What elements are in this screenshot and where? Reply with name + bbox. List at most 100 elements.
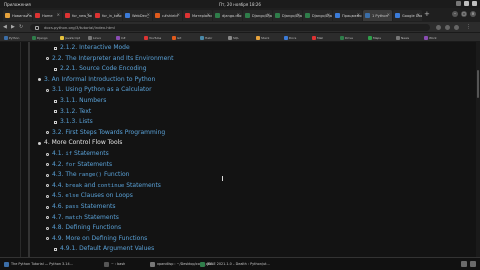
- bookmark-item[interactable]: Stack: [256, 35, 269, 40]
- close-icon[interactable]: ×: [470, 11, 476, 17]
- bookmark-item[interactable]: SQL: [228, 35, 239, 40]
- minimize-icon[interactable]: –: [452, 11, 458, 17]
- forward-icon[interactable]: ▶: [11, 24, 15, 30]
- browser-tab[interactable]: Матеріали ×: [183, 10, 212, 21]
- toc-link[interactable]: 3.1.2. Text: [54, 107, 91, 115]
- browser-tab[interactable]: 1 Python ×: [363, 10, 392, 21]
- power-icon[interactable]: [472, 1, 477, 6]
- bookmark-item[interactable]: Mail: [312, 35, 323, 40]
- app-icon: [150, 261, 155, 267]
- toc-link[interactable]: 3. An Informal Introduction to Python: [38, 76, 155, 83]
- browser-tab[interactable]: Django/Django×: [243, 10, 272, 21]
- toc-link[interactable]: 2.1.2. Interactive Mode: [54, 44, 130, 51]
- toc-link[interactable]: 4.6. pass Statements: [46, 203, 115, 210]
- tab-close-icon[interactable]: ×: [417, 12, 420, 17]
- tab-close-icon[interactable]: ×: [207, 12, 210, 17]
- bookmark-item[interactable]: Docs: [284, 35, 296, 40]
- back-icon[interactable]: ◀: [3, 24, 7, 30]
- address-bar[interactable]: docs.python.org/3/tutorial/index.html: [30, 24, 430, 31]
- tab-label: Home: [42, 13, 53, 18]
- reload-icon[interactable]: ↻: [19, 24, 23, 30]
- bookmark-item[interactable]: Maps: [368, 35, 381, 40]
- toc-code: for: [65, 161, 76, 168]
- toc-link[interactable]: 4.5. else Clauses on Loops: [46, 192, 133, 199]
- toc-text: and: [84, 181, 96, 189]
- scrollbar-thumb[interactable]: [477, 70, 479, 98]
- browser-tab[interactable]: for_in_kosc ×: [93, 10, 122, 21]
- bookmark-item[interactable]: News: [396, 35, 409, 40]
- taskbar-window-button[interactable]: ~ : bash: [104, 260, 125, 268]
- toc-link[interactable]: 4.4. break and continue Statements: [46, 181, 161, 189]
- bookmark-item[interactable]: Drive: [340, 35, 353, 40]
- browser-tab[interactable]: django.doc ×: [213, 10, 242, 21]
- maximize-icon[interactable]: □: [461, 11, 467, 17]
- bookmark-item[interactable]: JavaScript: [60, 35, 80, 40]
- tab-close-icon[interactable]: ×: [357, 12, 360, 17]
- lock-icon[interactable]: [35, 25, 39, 30]
- toc-link[interactable]: 4.9.1. Default Argument Values: [54, 245, 154, 252]
- workspace-icon[interactable]: [461, 261, 467, 267]
- toc-link[interactable]: 4.1. if Statements: [46, 150, 109, 157]
- toc-link[interactable]: 3.1. Using Python as a Calculator: [46, 86, 152, 93]
- bookmark-item[interactable]: Habr: [200, 35, 212, 40]
- tab-close-icon[interactable]: ×: [327, 12, 330, 17]
- browser-tab[interactable]: Новинки во ×: [3, 10, 32, 21]
- bookmark-label: Drive: [345, 35, 353, 40]
- taskbar-window-button[interactable]: The Python Tutorial — Python 3.14...: [4, 260, 73, 268]
- toc-link[interactable]: 3.1.3. Lists: [54, 118, 93, 125]
- toc-code: match: [65, 214, 83, 221]
- toc-link[interactable]: 4.2. for Statements: [46, 161, 112, 168]
- toc-link[interactable]: 3.1.1. Numbers: [54, 97, 106, 104]
- tab-close-icon[interactable]: ×: [117, 12, 120, 17]
- browser-tab[interactable]: WebDev_ ×: [123, 10, 152, 21]
- tab-close-icon[interactable]: ×: [27, 12, 30, 17]
- toc-link[interactable]: 4.9. More on Defining Functions: [46, 235, 147, 242]
- browser-tab[interactable]: Google DocS×: [393, 10, 422, 21]
- tab-close-icon[interactable]: ×: [57, 12, 60, 17]
- app-icon: [4, 261, 9, 267]
- new-tab-button[interactable]: +: [424, 11, 430, 18]
- menu-icon[interactable]: ⋮: [466, 24, 471, 30]
- page-scrollbar[interactable]: [476, 42, 480, 257]
- browser-tab[interactable]: Home ×: [33, 10, 62, 21]
- tab-close-icon[interactable]: ×: [87, 12, 90, 17]
- tab-favicon-icon: [65, 13, 70, 18]
- toc-link[interactable]: 2.2. The Interpreter and Its Environment: [46, 55, 173, 62]
- bookmark-item[interactable]: Git: [172, 35, 181, 40]
- browser-tab[interactable]: c#shield ×: [153, 10, 182, 21]
- bookmark-item[interactable]: Work: [424, 35, 437, 40]
- tab-close-icon[interactable]: ×: [237, 12, 240, 17]
- browser-tab[interactable]: for_new_lan ×: [63, 10, 92, 21]
- browser-tab[interactable]: Django/Django×: [273, 10, 302, 21]
- volume-icon[interactable]: [464, 1, 469, 6]
- address-url[interactable]: docs.python.org/3/tutorial/index.html: [44, 25, 115, 30]
- bookmark-item[interactable]: C#: [116, 35, 126, 40]
- profile-icon[interactable]: [454, 24, 459, 30]
- bookmark-item[interactable]: Django: [32, 35, 48, 40]
- toc-link[interactable]: 4.3. The range() Function: [46, 171, 130, 178]
- toc-bullet: [46, 194, 49, 198]
- tab-close-icon[interactable]: ×: [147, 12, 150, 17]
- toc-bullet: [46, 173, 49, 177]
- extension-icon[interactable]: [436, 24, 441, 30]
- browser-tab[interactable]: Django/Django×: [303, 10, 332, 21]
- system-clock[interactable]: Пт, 20 ноября 18:26: [0, 2, 480, 7]
- browser-tab[interactable]: Працюємо з×: [333, 10, 362, 21]
- tab-close-icon[interactable]: ×: [267, 12, 270, 17]
- toc-link[interactable]: 3.2. First Steps Towards Programming: [46, 129, 165, 136]
- workspace-icon[interactable]: [470, 261, 476, 267]
- bookmark-item[interactable]: YouTube: [144, 35, 161, 40]
- bookmark-item[interactable]: Python: [4, 35, 19, 40]
- network-icon[interactable]: [456, 1, 461, 6]
- bookmark-item[interactable]: Linux: [88, 35, 101, 40]
- tab-close-icon[interactable]: ×: [297, 12, 300, 17]
- tab-close-icon[interactable]: ×: [177, 12, 180, 17]
- extension-icon[interactable]: [445, 24, 450, 30]
- tab-close-icon[interactable]: ×: [387, 12, 390, 17]
- toc-number: 3.1.2.: [60, 107, 78, 115]
- toc-link[interactable]: 4.8. Defining Functions: [46, 224, 121, 231]
- toc-link[interactable]: 4.7. match Statements: [46, 214, 119, 221]
- toc-link[interactable]: 4. More Control Flow Tools: [38, 139, 122, 146]
- taskbar-window-button[interactable]: [DNE 2021.1.0 – Dealth : Python/ut...: [200, 260, 270, 268]
- toc-link[interactable]: 2.2.1. Source Code Encoding: [54, 65, 147, 72]
